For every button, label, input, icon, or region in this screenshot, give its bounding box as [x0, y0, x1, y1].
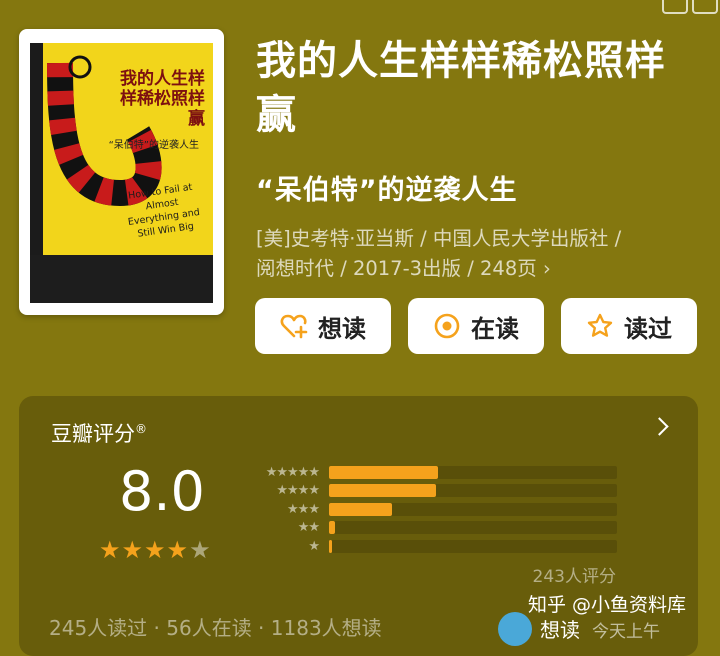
- rating-dist-row: ★★: [247, 520, 617, 536]
- cover-bottom-band: [30, 255, 213, 303]
- dist-stars-label: ★★: [297, 520, 320, 535]
- rating-stars: ★ ★ ★ ★ ★: [99, 536, 211, 564]
- rating-dist-row: ★★★★★: [247, 464, 617, 480]
- star-filled-icon: ★: [166, 536, 189, 564]
- dist-bar-track: [329, 484, 617, 497]
- rating-dist-row: ★: [247, 538, 617, 554]
- cover-art: 我的人生样样稀松照样赢 “呆伯特”的逆袭人生 How to Fail at Al…: [30, 43, 213, 303]
- book-meta-line2: 阅想时代 / 2017-3出版 / 248页: [256, 257, 537, 280]
- star-filled-icon: ★: [99, 536, 121, 564]
- activity-status: 想读: [540, 618, 580, 642]
- dist-bar-fill: [329, 465, 439, 479]
- book-cover[interactable]: 我的人生样样稀松照样赢 “呆伯特”的逆袭人生 How to Fail at Al…: [19, 29, 224, 315]
- reading-label: 在读: [471, 314, 519, 343]
- dist-bar-fill: [329, 484, 436, 497]
- dist-bar-fill: [329, 539, 332, 553]
- dist-bar-fill: [329, 502, 393, 516]
- want-label: 想读: [318, 314, 366, 343]
- book-subtitle: “呆伯特”的逆袭人生: [256, 175, 518, 206]
- activity-time: 今天上午: [592, 622, 660, 642]
- dist-bar-track: [329, 465, 617, 479]
- target-icon: [434, 313, 460, 339]
- watermark: 知乎 @小鱼资料库: [528, 594, 687, 616]
- read-label: 读过: [624, 314, 672, 343]
- window-icon[interactable]: [662, 0, 688, 14]
- dist-stars-label: ★★★★★: [265, 464, 320, 480]
- rating-score: 8.0: [119, 460, 205, 523]
- dist-bar-track: [329, 521, 617, 534]
- book-title: 我的人生样样稀松照样赢: [256, 38, 666, 138]
- activity-preview: 想读 今天上午: [540, 614, 660, 643]
- chevron-right-icon[interactable]: [650, 417, 669, 436]
- dist-bar-track: [329, 539, 617, 553]
- dist-bar-fill: [329, 521, 335, 534]
- avatar: [498, 612, 532, 646]
- book-meta-line1: [美]史考特·亚当斯 / 中国人民大学出版社 /: [256, 227, 622, 250]
- reader-counts: 245人读过 · 56人在读 · 1183人想读: [49, 616, 382, 640]
- rating-count: 243人评分: [532, 567, 616, 587]
- want-to-read-button[interactable]: 想读: [255, 298, 391, 354]
- window-icon[interactable]: [692, 0, 718, 14]
- rating-label-text: 豆瓣评分: [51, 422, 135, 446]
- cover-title: 我的人生样样稀松照样赢: [120, 69, 205, 129]
- book-meta[interactable]: [美]史考特·亚当斯 / 中国人民大学出版社 / 阅想时代 / 2017-3出版…: [256, 224, 696, 284]
- dist-stars-label: ★★★★: [276, 483, 320, 498]
- heart-plus-icon: [280, 314, 308, 339]
- star-filled-icon: ★: [144, 536, 166, 564]
- reading-button[interactable]: 在读: [408, 298, 544, 354]
- read-button[interactable]: 读过: [561, 298, 697, 354]
- dist-stars-label: ★★★: [287, 501, 320, 517]
- dist-bar-track: [329, 502, 617, 516]
- trademark-mark: ®: [135, 422, 147, 436]
- star-filled-icon: ★: [121, 536, 144, 564]
- star-outline-icon: [587, 313, 613, 337]
- rating-label: 豆瓣评分®: [51, 418, 147, 448]
- rating-dist-row: ★★★★: [247, 483, 617, 499]
- cover-subtitle: “呆伯特”的逆袭人生: [108, 140, 199, 151]
- chevron-right-icon: ›: [542, 257, 551, 280]
- rating-dist-row: ★★★: [247, 501, 617, 517]
- dist-stars-label: ★: [308, 538, 320, 554]
- star-empty-icon: ★: [189, 536, 211, 564]
